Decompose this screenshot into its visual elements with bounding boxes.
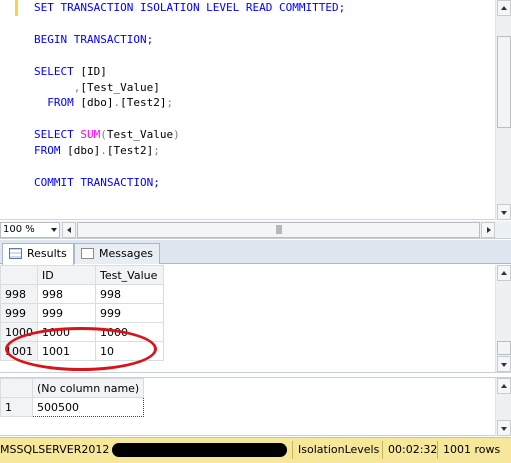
column-header-test-value[interactable]: Test_Value <box>95 265 164 285</box>
tab-messages-label: Messages <box>99 247 153 260</box>
status-bar: MSSQLSERVER2012 IsolationLevels 00:02:32… <box>0 437 511 463</box>
arrow-down-icon <box>501 427 507 431</box>
status-server: MSSQLSERVER2012 <box>0 443 110 456</box>
scroll-up-button[interactable] <box>497 0 511 16</box>
tab-results-label: Results <box>27 247 67 260</box>
zoom-toolbar: 100 % ||| <box>0 221 511 239</box>
grid1-scroll-down-button[interactable] <box>497 356 511 372</box>
row-number: 999 <box>0 303 38 323</box>
row-header-corner <box>0 378 33 398</box>
grid-icon <box>9 248 22 259</box>
scroll-left-button[interactable] <box>62 222 76 238</box>
arrow-down-icon <box>501 211 507 215</box>
cell-test-value[interactable]: 999 <box>95 303 164 323</box>
zoom-value: 100 % <box>3 224 35 235</box>
status-rows: 1001 rows <box>443 443 501 456</box>
grid-header-row: (No column name) <box>0 378 145 398</box>
column-header-id[interactable]: ID <box>37 265 96 285</box>
grid2-scroll-down-button[interactable] <box>497 420 511 436</box>
status-elapsed: 00:02:32 <box>388 443 438 456</box>
column-header-no-column-name[interactable]: (No column name) <box>31 378 145 398</box>
row-header-corner <box>0 265 38 285</box>
row-number: 998 <box>0 284 38 304</box>
row-number: 1 <box>0 397 33 417</box>
change-indicator <box>15 0 18 16</box>
cell-test-value[interactable]: 998 <box>95 284 164 304</box>
status-divider <box>382 441 383 459</box>
arrow-down-icon <box>501 363 507 367</box>
grid1-scroll-thumb[interactable] <box>497 341 511 355</box>
code-line-6: ,[Test_Value] <box>73 80 160 94</box>
results-tabs: Results Messages <box>0 240 511 265</box>
tab-messages[interactable]: Messages <box>74 243 160 264</box>
status-database: IsolationLevels <box>298 443 380 456</box>
arrow-up-icon <box>501 384 507 388</box>
grip-icon: ||| <box>275 225 282 235</box>
results-grid-2[interactable]: (No column name) 1 500500 <box>0 377 511 436</box>
code-line-10: FROM [dbo].[Test2]; <box>34 144 160 158</box>
status-divider <box>437 441 438 459</box>
cell-sum-value[interactable]: 500500 <box>31 397 145 417</box>
arrow-right-icon <box>487 227 491 233</box>
tab-results[interactable]: Results <box>2 243 74 265</box>
sql-editor[interactable]: SET TRANSACTION ISOLATION LEVEL READ COM… <box>0 0 511 220</box>
messages-icon <box>81 248 94 259</box>
code-line-7: FROM [dbo].[Test2]; <box>47 96 174 110</box>
editor-vertical-scrollbar[interactable] <box>495 0 511 220</box>
code-line-9: SELECT SUM(Test_Value) <box>34 128 180 142</box>
grid1-scroll-up-button[interactable] <box>497 265 511 281</box>
editor-horizontal-scrollbar[interactable]: ||| <box>62 222 495 238</box>
cell-id[interactable]: 999 <box>37 303 96 323</box>
status-divider <box>292 441 293 459</box>
code-line-12: COMMIT TRANSACTION; <box>34 175 160 189</box>
scroll-down-button[interactable] <box>497 204 511 220</box>
grid-header-row: ID Test_Value <box>0 265 164 285</box>
table-row[interactable]: 1 500500 <box>0 397 145 417</box>
cell-id[interactable]: 998 <box>37 284 96 304</box>
chevron-down-icon <box>51 228 57 232</box>
zoom-select[interactable]: 100 % <box>0 222 60 238</box>
arrow-left-icon <box>67 227 71 233</box>
code-line-1: SET TRANSACTION ISOLATION LEVEL READ COM… <box>34 1 346 14</box>
grid1-vertical-scrollbar[interactable] <box>495 265 511 372</box>
code-line-3: BEGIN TRANSACTION; <box>34 32 154 46</box>
grid2-scroll-up-button[interactable] <box>497 378 511 394</box>
redaction-mark <box>112 443 287 457</box>
table-row[interactable]: 998 998 998 <box>0 284 164 304</box>
table-row[interactable]: 999 999 999 <box>0 303 164 323</box>
grid2-vertical-scrollbar[interactable] <box>495 378 511 436</box>
horizontal-scroll-thumb[interactable]: ||| <box>77 222 480 238</box>
annotation-red-ellipse <box>5 327 157 371</box>
arrow-up-icon <box>501 271 507 275</box>
arrow-up-icon <box>501 6 507 10</box>
code-line-5: SELECT [ID] <box>34 64 107 78</box>
scroll-thumb[interactable] <box>497 36 511 128</box>
sql-code[interactable]: SET TRANSACTION ISOLATION LEVEL READ COM… <box>34 0 495 191</box>
scroll-right-button[interactable] <box>481 222 495 238</box>
